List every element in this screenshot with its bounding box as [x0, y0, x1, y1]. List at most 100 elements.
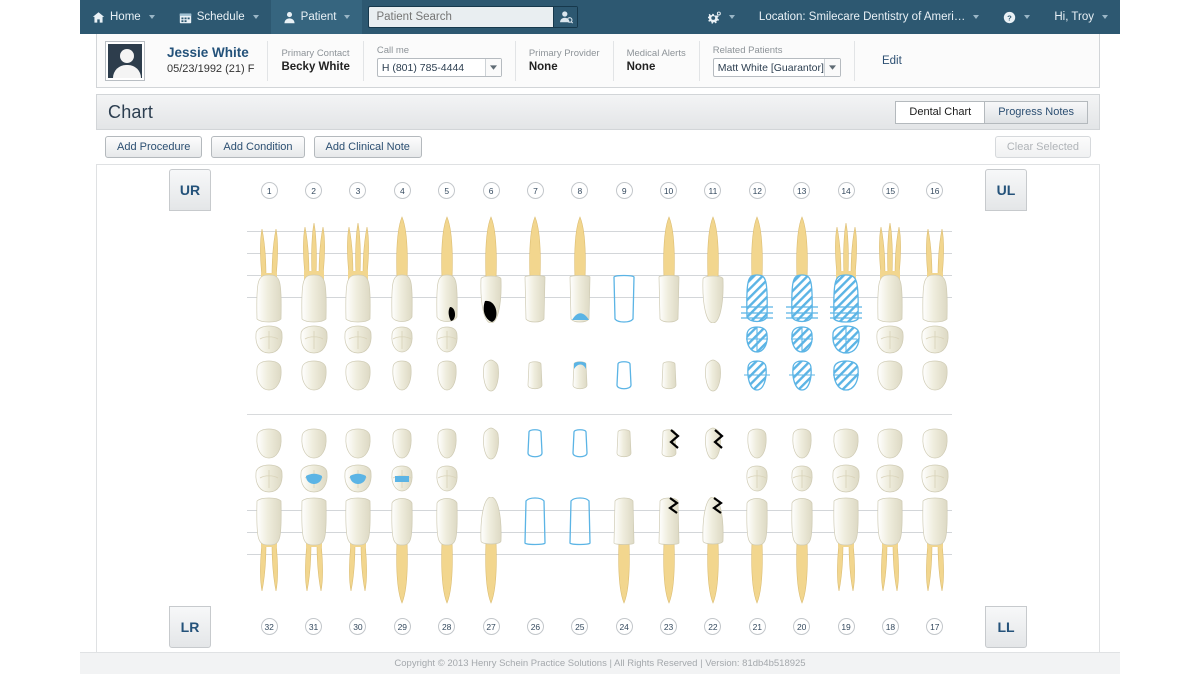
avatar[interactable] [106, 42, 144, 80]
tooth-16-view[interactable] [913, 325, 957, 355]
nav-item-schedule[interactable]: Schedule [167, 0, 271, 34]
tooth-25-view[interactable] [558, 497, 602, 607]
tooth-9-view[interactable] [602, 359, 646, 393]
tooth-7-view[interactable] [513, 213, 557, 323]
tooth-14-view[interactable] [824, 325, 868, 355]
tooth-10-view[interactable] [646, 213, 690, 323]
tooth-5-view[interactable] [425, 213, 469, 323]
tooth-23-view[interactable] [646, 497, 690, 607]
tooth-6-view[interactable] [469, 325, 513, 355]
tooth-number-30[interactable]: 30 [336, 618, 380, 635]
tooth-30-view[interactable] [336, 427, 380, 461]
add-clinical-note-button[interactable]: Add Clinical Note [314, 136, 422, 158]
tooth-30-view[interactable] [336, 464, 380, 494]
nav-item-location[interactable]: Location: Smilecare Dentistry of Ameri… [747, 0, 991, 34]
tab-progress-notes[interactable]: Progress Notes [984, 101, 1088, 124]
tooth-1-view[interactable] [247, 213, 291, 323]
search-input[interactable] [369, 7, 549, 27]
tooth-number-17[interactable]: 17 [913, 618, 957, 635]
tooth-2-view[interactable] [291, 359, 335, 393]
tooth-1-view[interactable] [247, 359, 291, 393]
tooth-14-view[interactable] [824, 213, 868, 323]
tooth-number-29[interactable]: 29 [380, 618, 424, 635]
tooth-9-view[interactable] [602, 213, 646, 323]
quadrant-label-lower-left[interactable]: LL [985, 606, 1027, 648]
tooth-4-view[interactable] [380, 325, 424, 355]
tooth-12-view[interactable] [735, 325, 779, 355]
tooth-number-32[interactable]: 32 [247, 618, 291, 635]
tooth-32-view[interactable] [247, 497, 291, 607]
tooth-19-view[interactable] [824, 427, 868, 461]
tooth-29-view[interactable] [380, 497, 424, 607]
tooth-3-view[interactable] [336, 213, 380, 323]
nav-item-user[interactable]: Hi, Troy [1042, 0, 1120, 34]
patient-search-box[interactable] [368, 6, 578, 28]
tooth-number-31[interactable]: 31 [291, 618, 335, 635]
tooth-21-view[interactable] [735, 427, 779, 461]
tooth-number-16[interactable]: 16 [913, 182, 957, 199]
tooth-number-6[interactable]: 6 [469, 182, 513, 199]
tooth-17-view[interactable] [913, 464, 957, 494]
tooth-number-27[interactable]: 27 [469, 618, 513, 635]
tooth-18-view[interactable] [868, 497, 912, 607]
quadrant-label-upper-left[interactable]: UL [985, 169, 1027, 211]
tooth-5-view[interactable] [425, 325, 469, 355]
tooth-26-view[interactable] [513, 464, 557, 494]
tooth-9-view[interactable] [602, 325, 646, 355]
nav-item-patient[interactable]: Patient [271, 0, 363, 34]
tooth-number-28[interactable]: 28 [425, 618, 469, 635]
tooth-6-view[interactable] [469, 359, 513, 393]
tooth-24-view[interactable] [602, 497, 646, 607]
tooth-number-14[interactable]: 14 [824, 182, 868, 199]
tooth-11-view[interactable] [691, 359, 735, 393]
tooth-22-view[interactable] [691, 464, 735, 494]
tooth-number-22[interactable]: 22 [691, 618, 735, 635]
nav-item-help[interactable]: ? [991, 0, 1042, 34]
related-patients-select[interactable]: Matt White [Guarantor] [713, 58, 841, 77]
tooth-2-view[interactable] [291, 213, 335, 323]
tooth-16-view[interactable] [913, 359, 957, 393]
tooth-30-view[interactable] [336, 497, 380, 607]
tooth-19-view[interactable] [824, 464, 868, 494]
tooth-number-19[interactable]: 19 [824, 618, 868, 635]
tooth-8-view[interactable] [558, 359, 602, 393]
tooth-24-view[interactable] [602, 464, 646, 494]
tooth-13-view[interactable] [780, 359, 824, 393]
quadrant-label-lower-right[interactable]: LR [169, 606, 211, 648]
tooth-16-view[interactable] [913, 213, 957, 323]
tooth-25-view[interactable] [558, 427, 602, 461]
tooth-27-view[interactable] [469, 427, 513, 461]
tooth-25-view[interactable] [558, 464, 602, 494]
add-procedure-button[interactable]: Add Procedure [105, 136, 202, 158]
tooth-3-view[interactable] [336, 359, 380, 393]
edit-patient-link[interactable]: Edit [868, 55, 916, 67]
tooth-31-view[interactable] [291, 427, 335, 461]
tooth-27-view[interactable] [469, 464, 513, 494]
tooth-7-view[interactable] [513, 359, 557, 393]
tooth-15-view[interactable] [868, 213, 912, 323]
tooth-1-view[interactable] [247, 325, 291, 355]
tooth-number-24[interactable]: 24 [602, 618, 646, 635]
tooth-15-view[interactable] [868, 325, 912, 355]
tooth-24-view[interactable] [602, 427, 646, 461]
tooth-8-view[interactable] [558, 325, 602, 355]
tooth-number-13[interactable]: 13 [780, 182, 824, 199]
tooth-28-view[interactable] [425, 497, 469, 607]
tooth-26-view[interactable] [513, 497, 557, 607]
tooth-11-view[interactable] [691, 325, 735, 355]
tooth-number-7[interactable]: 7 [513, 182, 557, 199]
tooth-28-view[interactable] [425, 464, 469, 494]
tooth-number-21[interactable]: 21 [735, 618, 779, 635]
tooth-7-view[interactable] [513, 325, 557, 355]
tooth-number-4[interactable]: 4 [380, 182, 424, 199]
tooth-6-view[interactable] [469, 213, 513, 323]
tooth-12-view[interactable] [735, 213, 779, 323]
tooth-29-view[interactable] [380, 464, 424, 494]
patient-identity[interactable]: Jessie White 05/23/1992 (21) F [154, 41, 267, 81]
tooth-14-view[interactable] [824, 359, 868, 393]
tooth-20-view[interactable] [780, 497, 824, 607]
add-condition-button[interactable]: Add Condition [211, 136, 304, 158]
tooth-22-view[interactable] [691, 497, 735, 607]
patient-search-button[interactable] [553, 7, 577, 27]
tooth-11-view[interactable] [691, 213, 735, 323]
